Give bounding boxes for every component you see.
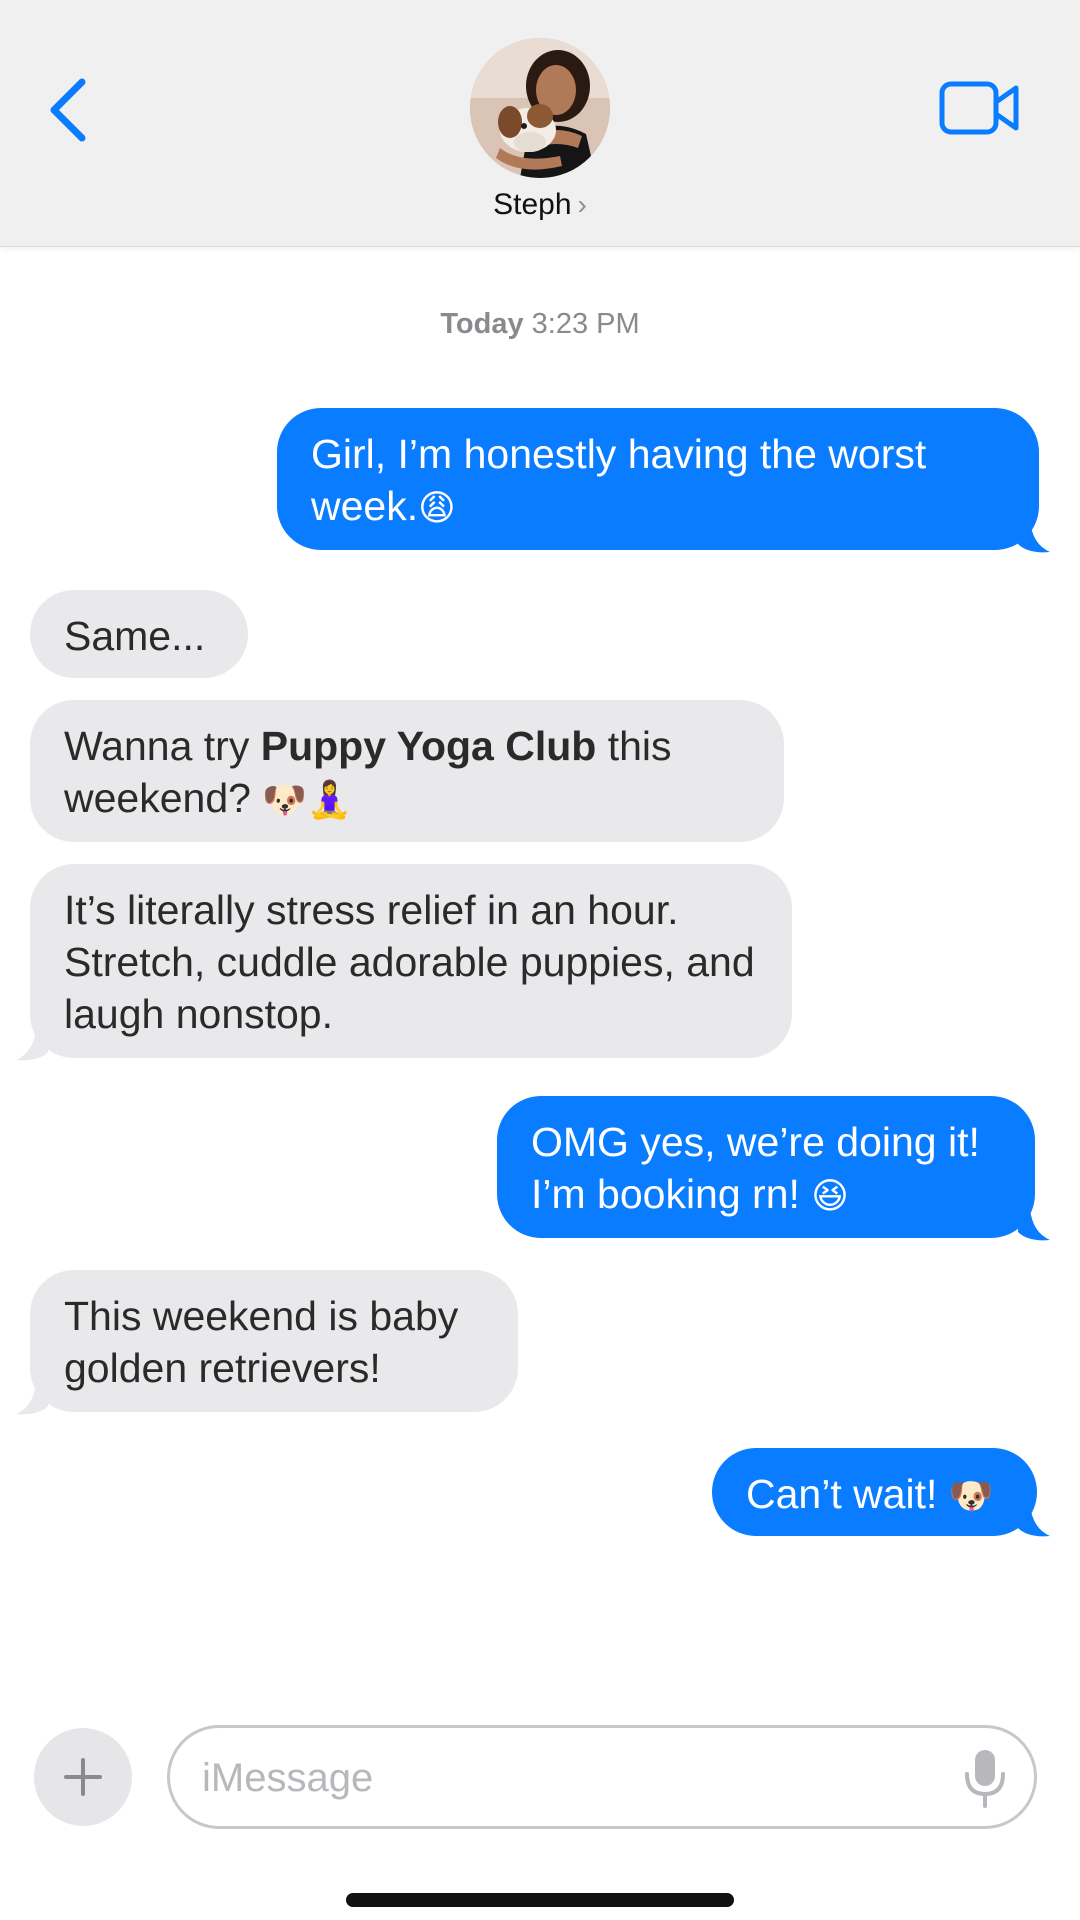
message-bubble-outgoing[interactable]: Girl, I’m honestly having the worst week… [277, 408, 1039, 550]
message-bubble-incoming[interactable]: This weekend is baby golden retrievers! [30, 1270, 518, 1412]
message-bubble-outgoing[interactable]: Can’t wait! 🐶 [712, 1448, 1037, 1536]
message-bubble-incoming[interactable]: Wanna try Puppy Yoga Club this weekend? … [30, 700, 784, 842]
message-input[interactable] [202, 1748, 942, 1808]
message-text-line: OMG yes, we’re doing it! [531, 1119, 980, 1165]
microphone-icon [965, 1750, 1005, 1808]
thread-timestamp: Today 3:23 PM [0, 308, 1080, 341]
message-text: This weekend is baby golden retrievers! [64, 1293, 459, 1391]
bubble-tail [16, 1028, 48, 1061]
plus-icon [64, 1758, 102, 1796]
message-text: It’s literally stress relief in an hour.… [64, 887, 755, 1037]
timestamp-day: Today [440, 308, 524, 340]
add-attachment-button[interactable] [34, 1728, 132, 1826]
grinning-squinting-emoji: 😆 [811, 1176, 849, 1217]
avatar-photo [470, 38, 610, 178]
bubble-tail [1018, 1208, 1050, 1241]
contact-name-button[interactable]: Steph › [0, 188, 1080, 222]
message-bubble-incoming[interactable]: Same... [30, 590, 248, 678]
chevron-right-icon: › [577, 189, 587, 220]
message-input-box[interactable] [167, 1725, 1037, 1829]
back-button[interactable] [38, 70, 98, 150]
message-bold-text: Puppy Yoga Club [260, 723, 597, 769]
chevron-left-icon [50, 78, 86, 142]
message-text: Can’t wait! [746, 1471, 949, 1517]
contact-name: Steph [493, 188, 572, 221]
weary-face-emoji: 😩 [418, 488, 456, 529]
bubble-tail [16, 1382, 48, 1415]
home-indicator[interactable] [346, 1893, 734, 1907]
message-bubble-incoming[interactable]: It’s literally stress relief in an hour.… [30, 864, 792, 1058]
bubble-tail [1018, 520, 1050, 553]
message-text: Wanna try [64, 723, 261, 769]
conversation-header: Steph › [0, 0, 1080, 247]
message-text-line: I’m booking rn! [531, 1171, 812, 1217]
facetime-video-button[interactable] [938, 78, 1022, 138]
message-text: Girl, I’m honestly having the worst week… [311, 431, 927, 529]
video-camera-icon [939, 81, 1019, 135]
message-bubble-outgoing[interactable]: OMG yes, we’re doing it! I’m booking rn!… [497, 1096, 1035, 1238]
bubble-tail [1018, 1504, 1050, 1537]
message-text: Same... [64, 613, 206, 659]
dog-yoga-emoji: 🐶🧘‍♀️ [262, 780, 352, 821]
dictation-button[interactable] [960, 1746, 1010, 1810]
timestamp-time: 3:23 PM [531, 308, 640, 340]
dog-face-emoji: 🐶 [948, 1476, 994, 1517]
contact-avatar[interactable] [470, 38, 610, 178]
